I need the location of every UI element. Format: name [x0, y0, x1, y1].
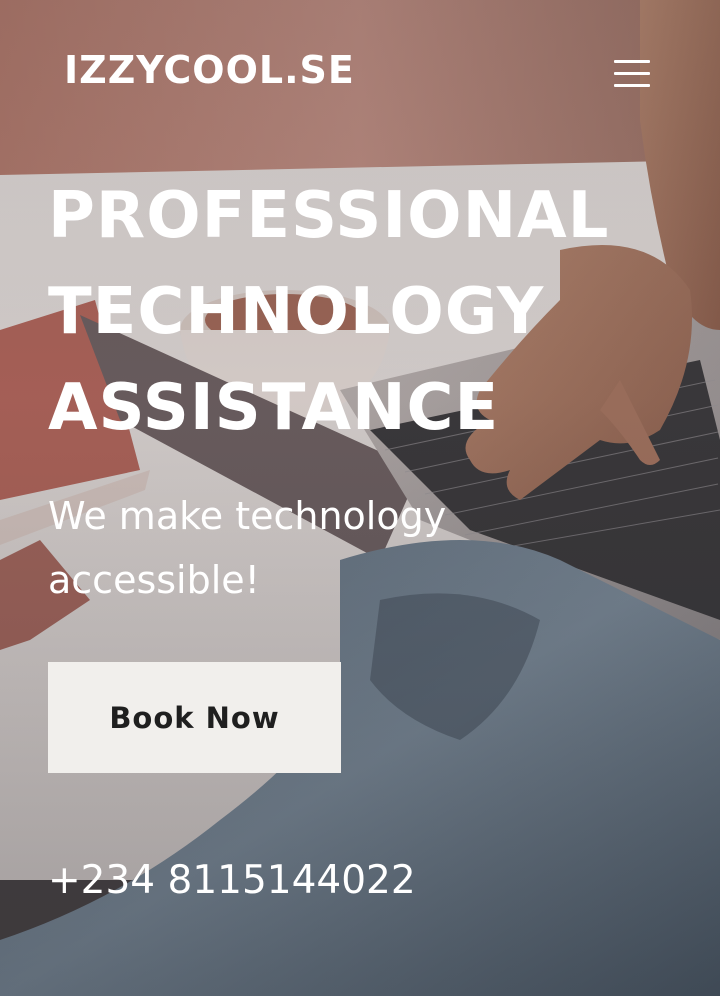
menu-bar: [614, 72, 650, 75]
hero-tagline: We make technology accessible!: [48, 484, 528, 612]
headline-line-2: TECHNOLOGY: [48, 275, 545, 349]
headline-line-1: PROFESSIONAL: [48, 179, 610, 253]
menu-bar: [614, 60, 650, 63]
tagline-line-1: We make technology: [48, 494, 447, 538]
site-logo[interactable]: IZZYCOOL.SE: [64, 48, 355, 92]
book-now-button[interactable]: Book Now: [48, 662, 341, 773]
hero-section: IZZYCOOL.SE PROFESSIONAL TECHNOLOGY ASSI…: [0, 0, 720, 996]
hamburger-menu-icon[interactable]: [606, 52, 658, 98]
menu-bar: [614, 84, 650, 87]
hero-headline: PROFESSIONAL TECHNOLOGY ASSISTANCE: [48, 168, 688, 456]
phone-number[interactable]: +234 8115144022: [48, 858, 416, 903]
site-header: IZZYCOOL.SE: [0, 0, 720, 150]
headline-line-3: ASSISTANCE: [48, 371, 500, 445]
tagline-line-2: accessible!: [48, 558, 260, 602]
